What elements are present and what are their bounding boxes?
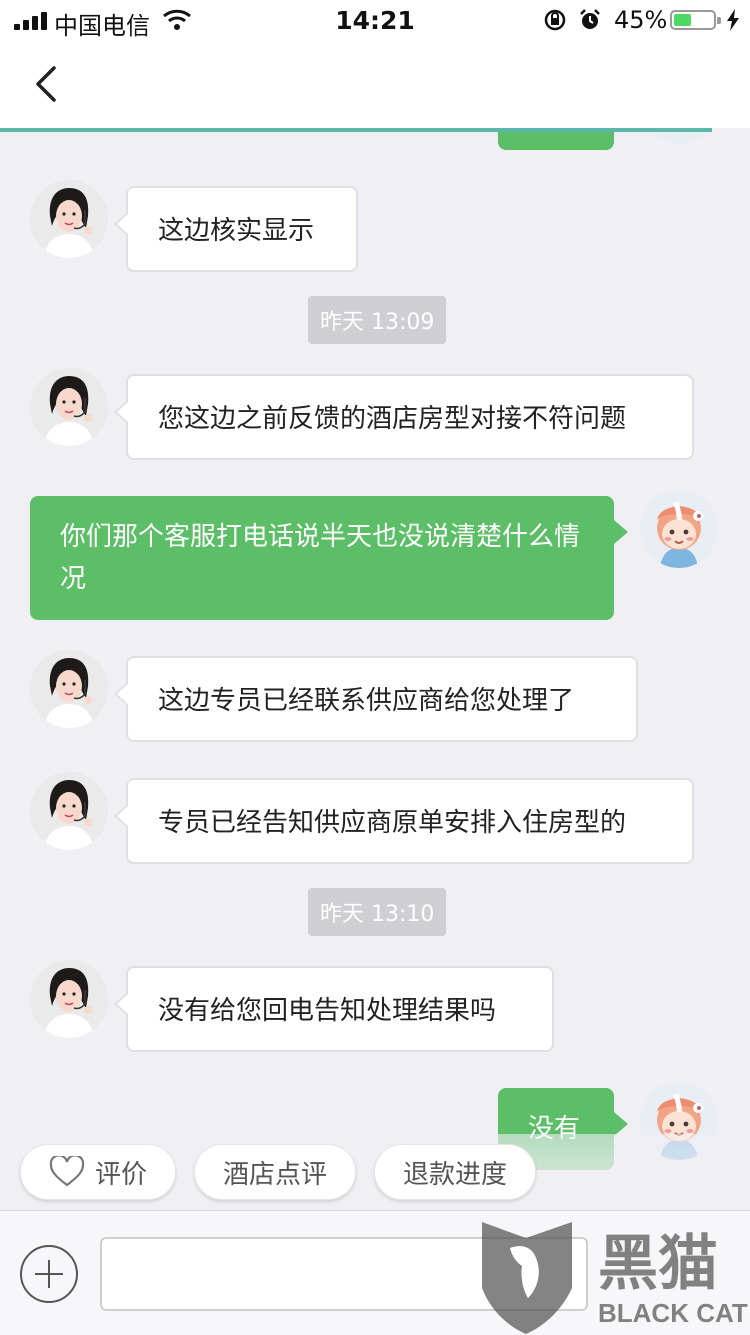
heart-icon bbox=[49, 1156, 85, 1187]
agent-message-bubble[interactable]: 这边专员已经联系供应商给您处理了 bbox=[114, 656, 638, 742]
navigation-bar bbox=[0, 40, 750, 128]
message-timestamp: 昨天 13:09 bbox=[308, 296, 447, 344]
user-avatar[interactable] bbox=[640, 490, 718, 568]
agent-avatar[interactable] bbox=[30, 772, 108, 850]
rotation-lock-icon bbox=[544, 9, 566, 31]
hotel-review-button[interactable]: 酒店点评 bbox=[194, 1144, 356, 1200]
user-message-bubble[interactable]: 你们那个客服打电话说半天也没说清楚什么情况 bbox=[30, 496, 628, 620]
battery-icon bbox=[670, 10, 721, 30]
message-text: 专员已经告知供应商原单安排入住房型的 bbox=[158, 808, 627, 838]
rate-button[interactable]: 评价 bbox=[20, 1144, 176, 1200]
refund-progress-button[interactable]: 退款进度 bbox=[374, 1144, 536, 1200]
agent-message-bubble[interactable]: 您这边之前反馈的酒店房型对接不符问题 bbox=[114, 374, 694, 460]
message-text: 您这边之前反馈的酒店房型对接不符问题 bbox=[158, 404, 627, 434]
black-cat-watermark: 黑猫 BLACK CAT bbox=[482, 1222, 748, 1334]
agent-message-bubble[interactable]: 这边核实显示 bbox=[114, 186, 358, 272]
agent-avatar[interactable] bbox=[30, 368, 108, 446]
rate-button-label: 评价 bbox=[94, 1159, 147, 1190]
agent-message-bubble[interactable]: 没有给您回电告知处理结果吗 bbox=[114, 966, 554, 1052]
hotel-review-label: 酒店点评 bbox=[222, 1159, 327, 1190]
user-avatar-partial bbox=[640, 132, 718, 144]
status-bar: 中国电信 14:21 45% bbox=[0, 0, 750, 40]
agent-message-bubble[interactable]: 专员已经告知供应商原单安排入住房型的 bbox=[114, 778, 694, 864]
message-text: 这边专员已经联系供应商给您处理了 bbox=[158, 686, 575, 716]
agent-avatar[interactable] bbox=[30, 180, 108, 258]
add-icon[interactable] bbox=[20, 1245, 78, 1303]
agent-avatar[interactable] bbox=[30, 960, 108, 1038]
message-text: 你们那个客服打电话说半天也没说清楚什么情况 bbox=[60, 522, 581, 594]
watermark-cn: 黑猫 bbox=[598, 1230, 718, 1297]
refund-progress-label: 退款进度 bbox=[402, 1159, 507, 1190]
message-text: 没有给您回电告知处理结果吗 bbox=[158, 996, 497, 1026]
alarm-icon bbox=[580, 9, 600, 29]
battery-percent: 45% bbox=[614, 6, 668, 34]
charging-bolt-icon bbox=[727, 9, 739, 31]
watermark-en: BLACK CAT bbox=[598, 1298, 748, 1328]
previous-user-bubble-partial bbox=[498, 132, 614, 150]
message-timestamp: 昨天 13:10 bbox=[308, 888, 447, 936]
message-text: 这边核实显示 bbox=[158, 216, 315, 246]
chevron-left-icon[interactable] bbox=[30, 64, 60, 104]
agent-avatar[interactable] bbox=[30, 650, 108, 728]
